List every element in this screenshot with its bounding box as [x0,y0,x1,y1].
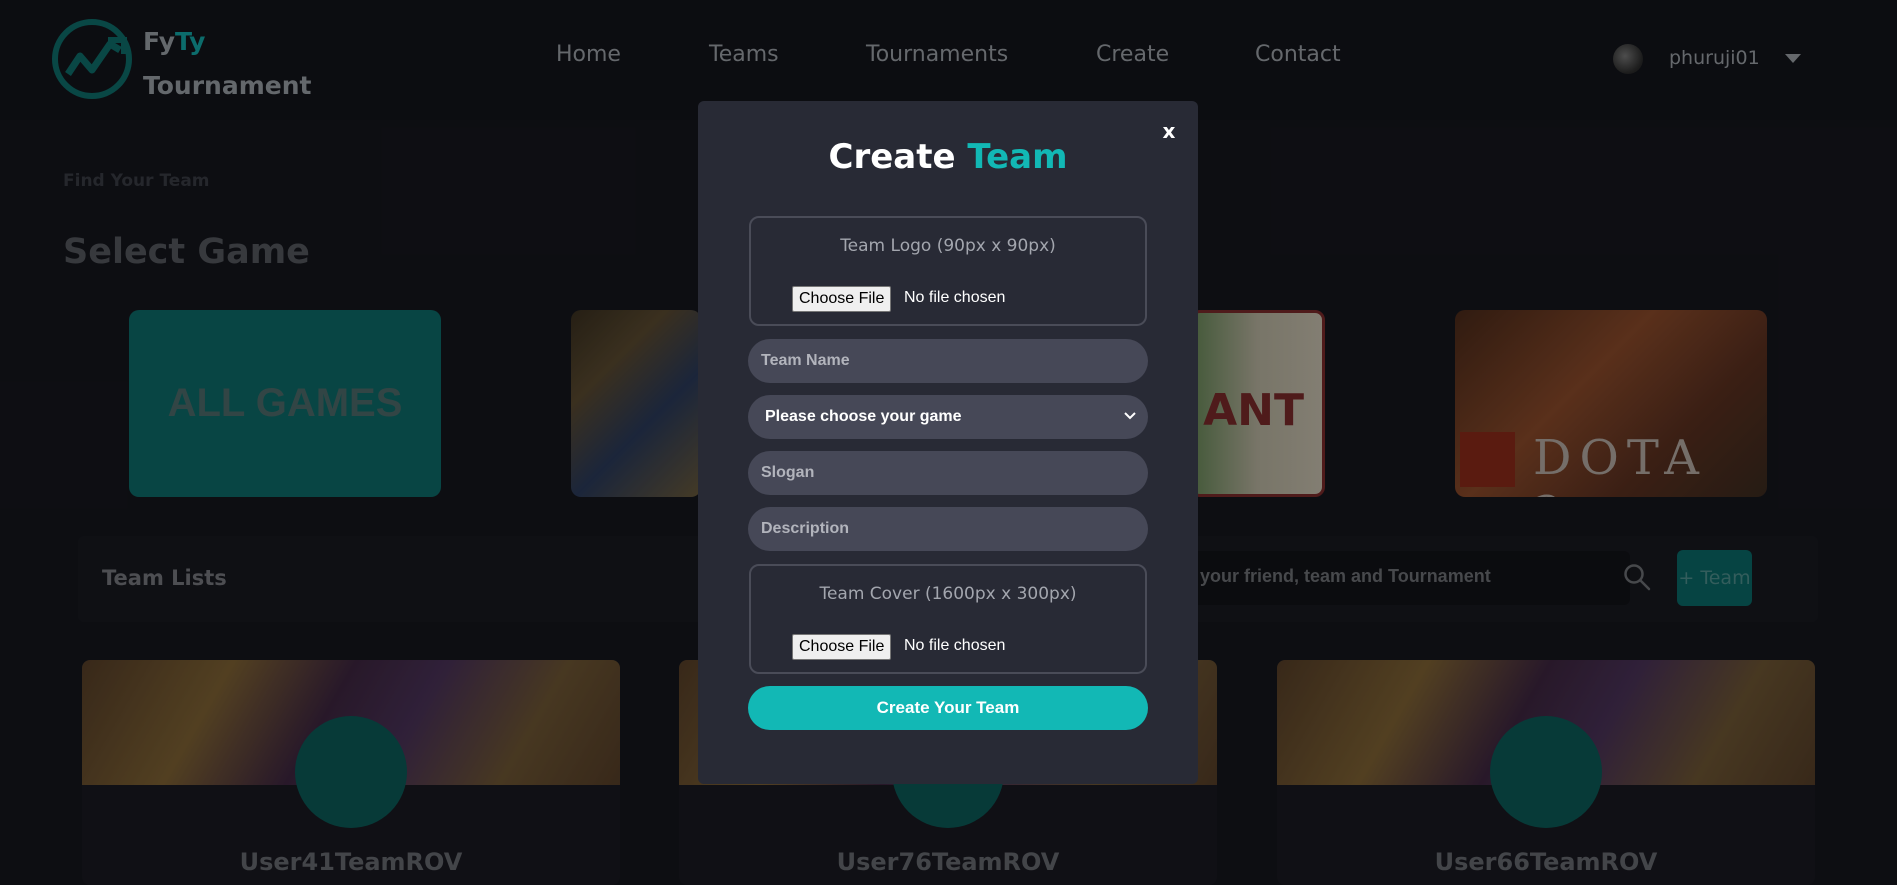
team-logo-upload: Team Logo (90px x 90px) Choose File No f… [749,216,1147,326]
choose-logo-file-button[interactable]: Choose File [792,286,892,312]
create-team-modal: x Create Team Team Logo (90px x 90px) Ch… [698,101,1198,784]
modal-title: Create Team [698,137,1198,177]
slogan-input[interactable] [748,451,1148,495]
modal-title-main: Create [828,137,956,177]
team-name-input[interactable] [748,339,1148,383]
cover-file-status: No file chosen [904,637,1006,654]
chevron-down-icon [1124,412,1136,420]
description-input[interactable] [748,507,1148,551]
create-team-button[interactable]: Create Your Team [748,686,1148,730]
choose-cover-file-button[interactable]: Choose File [792,634,892,660]
game-select-value: Please choose your game [765,408,962,425]
modal-title-accent: Team [967,137,1068,177]
team-cover-upload-label: Team Cover (1600px x 300px) [819,584,1077,604]
team-cover-upload: Team Cover (1600px x 300px) Choose File … [749,564,1147,674]
game-select[interactable]: Please choose your game [748,395,1148,439]
team-logo-upload-label: Team Logo (90px x 90px) [840,236,1056,256]
logo-file-status: No file chosen [904,289,1006,306]
